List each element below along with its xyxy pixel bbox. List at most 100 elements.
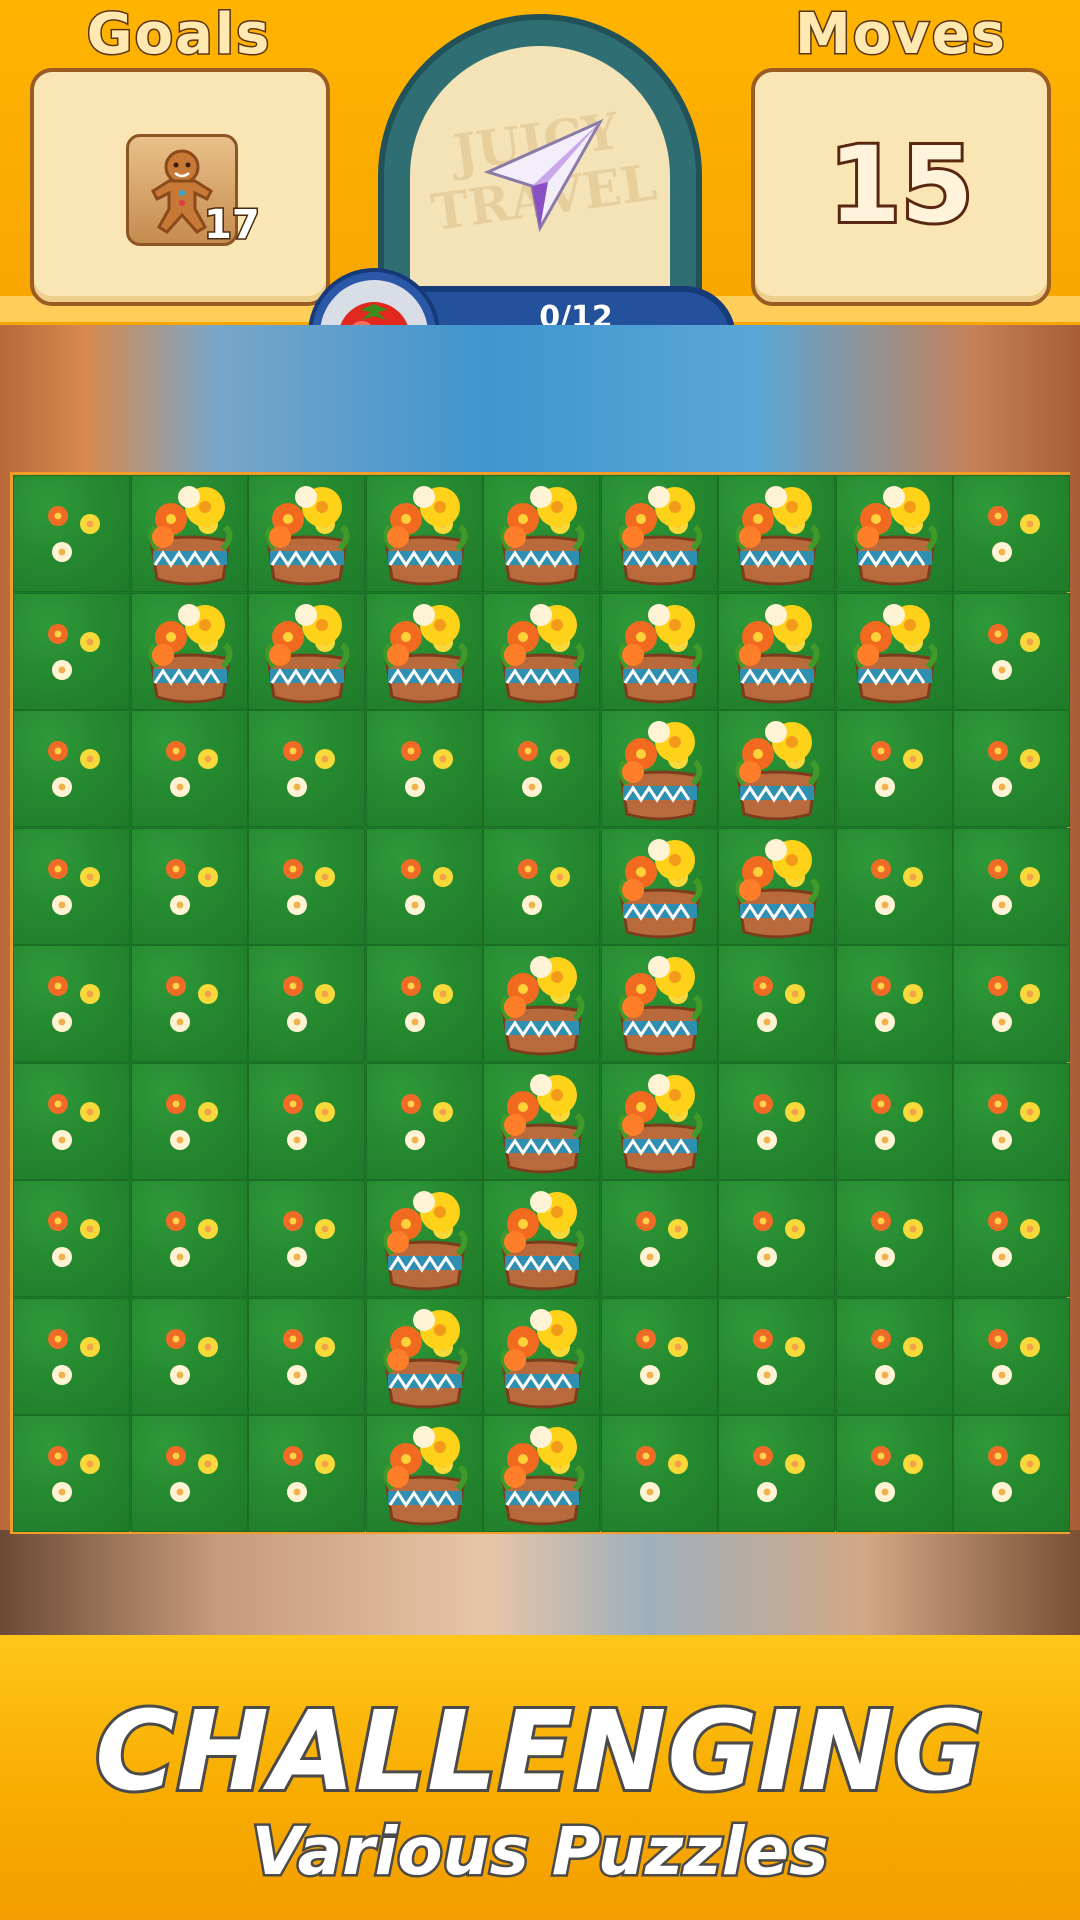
small-flower-icon	[52, 659, 72, 680]
board-cell[interactable]	[13, 827, 130, 945]
board-cell[interactable]	[835, 1415, 953, 1532]
game-board[interactable]	[10, 472, 1070, 1534]
small-flower-icon	[80, 631, 100, 652]
board-cell[interactable]	[953, 475, 1070, 592]
board-cell[interactable]	[600, 1062, 718, 1180]
board-cell[interactable]	[130, 945, 248, 1062]
board-cell[interactable]	[365, 827, 483, 945]
board-cell[interactable]	[718, 710, 835, 827]
board-cell[interactable]	[365, 475, 483, 592]
board-cell[interactable]	[835, 710, 953, 827]
board-cell[interactable]	[600, 475, 718, 592]
board-cell[interactable]	[483, 710, 600, 827]
small-flower-icon	[902, 984, 923, 1004]
board-cell[interactable]	[13, 475, 130, 592]
grass-flower-tile-icon	[835, 1062, 953, 1180]
board-cell[interactable]	[248, 1297, 365, 1415]
board-cell[interactable]	[483, 827, 600, 945]
scene-background-bottom	[0, 1530, 1080, 1635]
board-cell[interactable]	[130, 1180, 248, 1297]
board-cell[interactable]	[718, 1062, 835, 1180]
board-cell[interactable]	[130, 1415, 248, 1532]
board-cell[interactable]	[835, 827, 953, 945]
board-cell[interactable]	[130, 592, 248, 710]
board-cell[interactable]	[835, 475, 953, 592]
board-cell[interactable]	[718, 592, 835, 710]
board-cell[interactable]	[600, 1415, 718, 1532]
board-cell[interactable]	[13, 945, 130, 1062]
board-cell[interactable]	[718, 827, 835, 945]
board-cell[interactable]	[130, 475, 248, 592]
board-cell[interactable]	[953, 945, 1070, 1062]
board-cell[interactable]	[953, 827, 1070, 945]
board-cell[interactable]	[248, 710, 365, 827]
board-cell[interactable]	[718, 1297, 835, 1415]
board-cell[interactable]	[483, 1062, 600, 1180]
small-flower-icon	[757, 1247, 777, 1267]
board-cell[interactable]	[365, 1180, 483, 1297]
board-cell[interactable]	[365, 1415, 483, 1532]
board-cell[interactable]	[248, 592, 365, 710]
board-cell[interactable]	[718, 475, 835, 592]
board-cell[interactable]	[130, 710, 248, 827]
board-cell[interactable]	[835, 1297, 953, 1415]
grass-flower-tile-icon	[953, 475, 1070, 592]
board-cell[interactable]	[248, 1415, 365, 1532]
small-flower-icon	[283, 741, 303, 761]
board-cell[interactable]	[718, 1180, 835, 1297]
board-cell[interactable]	[130, 1297, 248, 1415]
booster-arch[interactable]: JUICYTRAVEL	[378, 14, 702, 319]
board-cell[interactable]	[248, 1062, 365, 1180]
board-cell[interactable]	[600, 827, 718, 945]
board-cell[interactable]	[248, 827, 365, 945]
board-cell[interactable]	[600, 1297, 718, 1415]
board-cell[interactable]	[600, 592, 718, 710]
board-cell[interactable]	[13, 1415, 130, 1532]
board-cell[interactable]	[248, 1180, 365, 1297]
board-cell[interactable]	[835, 1180, 953, 1297]
board-cell[interactable]	[953, 710, 1070, 827]
board-cell[interactable]	[718, 945, 835, 1062]
board-cell[interactable]	[600, 710, 718, 827]
board-cell[interactable]	[600, 945, 718, 1062]
grass-flower-tile-icon	[718, 945, 835, 1062]
board-cell[interactable]	[365, 710, 483, 827]
board-cell[interactable]	[953, 592, 1070, 710]
small-flower-icon	[988, 1446, 1008, 1466]
board-cell[interactable]	[953, 1415, 1070, 1532]
board-cell[interactable]	[365, 1062, 483, 1180]
board-cell[interactable]	[13, 1062, 130, 1180]
board-cell[interactable]	[13, 710, 130, 827]
small-flower-icon	[992, 777, 1012, 797]
board-cell[interactable]	[483, 592, 600, 710]
small-flower-icon	[315, 1219, 335, 1239]
board-cell[interactable]	[483, 1180, 600, 1297]
board-cell[interactable]	[483, 1415, 600, 1532]
board-cell[interactable]	[483, 945, 600, 1062]
board-cell[interactable]	[130, 827, 248, 945]
board-cell[interactable]	[365, 945, 483, 1062]
board-cell[interactable]	[835, 592, 953, 710]
board-cell[interactable]	[248, 475, 365, 592]
small-flower-icon	[902, 1336, 923, 1357]
board-cell[interactable]	[718, 1415, 835, 1532]
board-cell[interactable]	[248, 945, 365, 1062]
small-flower-icon	[197, 1336, 218, 1357]
board-cell[interactable]	[13, 1297, 130, 1415]
board-cell[interactable]	[13, 1180, 130, 1297]
board-cell[interactable]	[835, 945, 953, 1062]
board-cell[interactable]	[483, 475, 600, 592]
board-cell[interactable]	[13, 592, 130, 710]
board-cell[interactable]	[835, 1062, 953, 1180]
board-cell[interactable]	[953, 1180, 1070, 1297]
board-cell[interactable]	[483, 1297, 600, 1415]
small-flower-icon	[667, 1454, 688, 1474]
grass-flower-tile-icon	[130, 827, 248, 945]
board-cell[interactable]	[130, 1062, 248, 1180]
board-cell[interactable]	[953, 1297, 1070, 1415]
board-cell[interactable]	[365, 1297, 483, 1415]
board-cell[interactable]	[953, 1062, 1070, 1180]
board-cell[interactable]	[365, 592, 483, 710]
board-cell[interactable]	[600, 1180, 718, 1297]
flower-pot-icon	[489, 1302, 595, 1410]
